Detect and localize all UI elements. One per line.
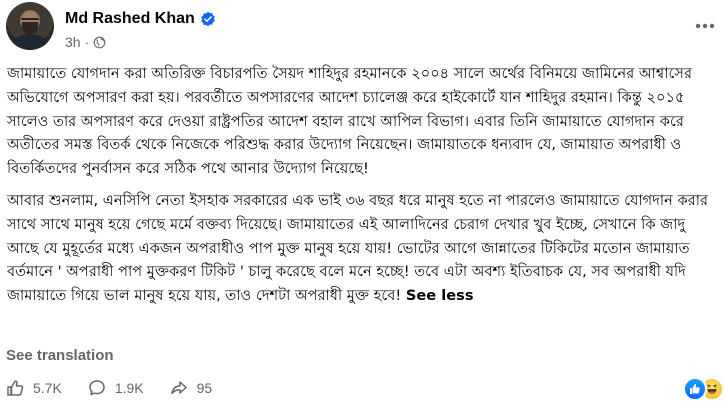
post-paragraph-2: আবার শুনলাম, এনসিপি নেতা ইসহাক সরকারের এ…	[7, 189, 719, 308]
post-meta: 3h ·	[65, 34, 106, 50]
post-header: Md Rashed Khan 3h ·	[6, 2, 715, 58]
post-paragraph-1: জামায়াতে যোগদান করা অতিরিক্ত বিচারপতি স…	[7, 65, 692, 178]
share-button[interactable]: 95	[170, 379, 213, 397]
share-count: 95	[196, 380, 213, 396]
comment-button[interactable]: 1.9K	[88, 379, 144, 397]
see-translation-link[interactable]: See translation	[6, 347, 114, 364]
share-icon	[170, 381, 187, 395]
author-name[interactable]: Md Rashed Khan	[65, 10, 195, 28]
see-less-link[interactable]: See less	[406, 287, 474, 304]
more-dots	[695, 23, 715, 29]
like-icon	[7, 380, 24, 396]
engagement-stats: 5.7K 1.9K 95	[6, 376, 238, 400]
post-time[interactable]: 3h	[65, 34, 81, 50]
comment-icon	[89, 380, 105, 396]
post-body: জামায়াতে যোগদান করা অতিরিক্ত বিচারপতি স…	[7, 62, 719, 308]
author-row: Md Rashed Khan	[65, 10, 216, 28]
more-options-icon[interactable]	[687, 8, 723, 44]
comment-count: 1.9K	[114, 380, 144, 396]
author-avatar[interactable]	[6, 2, 54, 50]
reaction-summary[interactable]	[683, 377, 724, 401]
meta-separator: ·	[84, 34, 90, 50]
like-reaction-glyph	[690, 384, 700, 394]
like-reaction-icon	[683, 377, 707, 401]
globe-icon[interactable]	[93, 36, 106, 49]
like-count: 5.7K	[33, 380, 62, 396]
post-paragraph-2-text: আবার শুনলাম, এনসিপি নেতা ইসহাক সরকারের এ…	[7, 191, 708, 305]
verified-badge-icon	[200, 11, 215, 27]
like-button[interactable]: 5.7K	[6, 379, 62, 397]
